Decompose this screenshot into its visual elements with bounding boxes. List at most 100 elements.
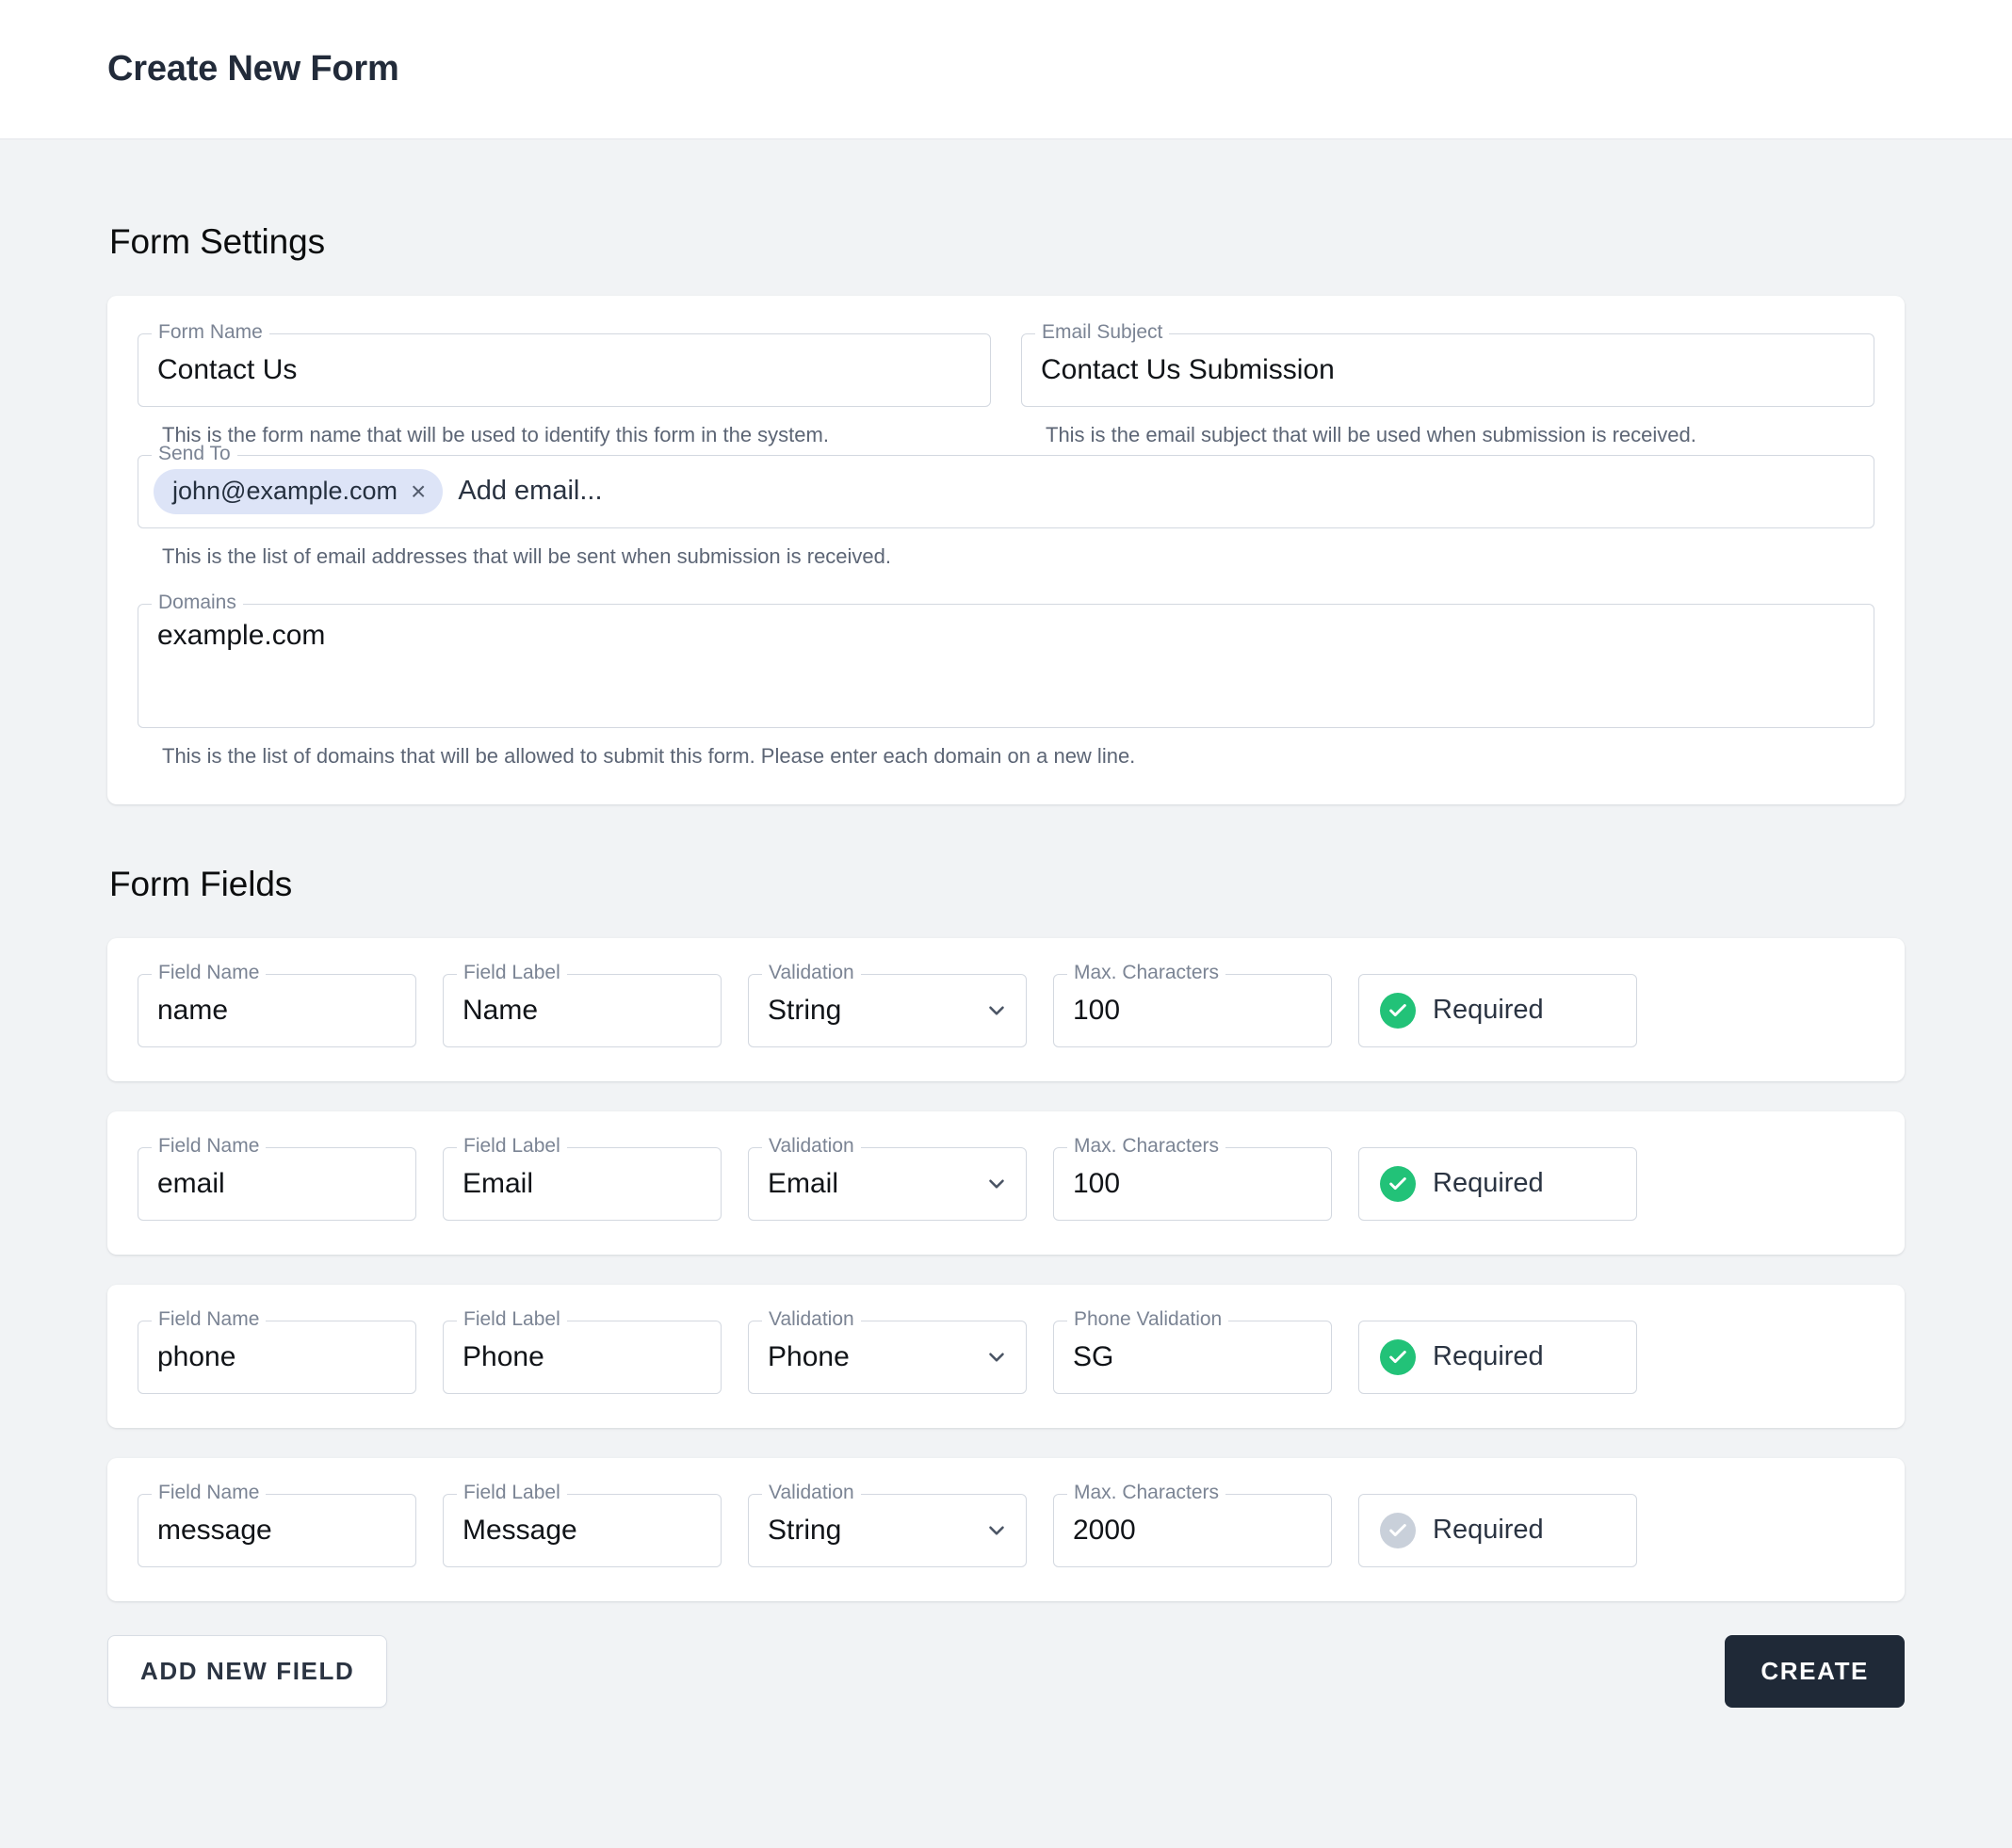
max-characters-field[interactable]: Max. Characters100 xyxy=(1053,974,1332,1047)
check-circle-icon[interactable] xyxy=(1380,1339,1416,1375)
validation-value: String xyxy=(768,997,841,1025)
form-name-field[interactable]: Form Name Contact Us xyxy=(138,333,991,407)
email-subject-label: Email Subject xyxy=(1035,322,1169,342)
phone-validation-value: SG xyxy=(1073,1343,1113,1371)
field-label-input[interactable]: Field LabelPhone xyxy=(443,1321,722,1394)
field-label-label: Field Label xyxy=(457,1483,567,1502)
form-field-row: Field NamephoneField LabelPhoneValidatio… xyxy=(107,1285,1905,1428)
phone-validation-input[interactable]: Phone ValidationSG xyxy=(1053,1321,1332,1394)
form-name-input[interactable]: Form Name Contact Us xyxy=(138,333,991,407)
form-field-row: Field NamenameField LabelNameValidationS… xyxy=(107,938,1905,1081)
field-label-field[interactable]: Field LabelName xyxy=(443,974,722,1047)
field-label-label: Field Label xyxy=(457,1136,567,1156)
field-label-field[interactable]: Field LabelPhone xyxy=(443,1321,722,1394)
check-circle-icon[interactable] xyxy=(1380,993,1416,1029)
field-name-field[interactable]: Field Namephone xyxy=(138,1321,416,1394)
phone-validation-field[interactable]: Phone ValidationSG xyxy=(1053,1321,1332,1394)
field-name-label: Field Name xyxy=(152,963,266,982)
field-name-input[interactable]: Field Nameemail xyxy=(138,1147,416,1221)
form-actions: ADD NEW FIELD CREATE xyxy=(107,1635,1905,1708)
validation-select-field[interactable]: ValidationString xyxy=(748,1494,1027,1567)
required-label: Required xyxy=(1433,1170,1544,1197)
field-name-label: Field Name xyxy=(152,1483,266,1502)
field-name-field[interactable]: Field Namename xyxy=(138,974,416,1047)
send-to-helper: This is the list of email addresses that… xyxy=(162,543,1874,571)
field-name-input[interactable]: Field Namephone xyxy=(138,1321,416,1394)
domains-label: Domains xyxy=(152,592,243,612)
create-button[interactable]: CREATE xyxy=(1725,1635,1905,1708)
max-characters-input[interactable]: Max. Characters100 xyxy=(1053,974,1332,1047)
form-name-value: Contact Us xyxy=(157,356,297,384)
field-label-field[interactable]: Field LabelMessage xyxy=(443,1494,722,1567)
field-name-value: email xyxy=(157,1170,225,1198)
validation-select[interactable]: ValidationEmail xyxy=(748,1147,1027,1221)
required-label: Required xyxy=(1433,1343,1544,1370)
field-name-input[interactable]: Field Namename xyxy=(138,974,416,1047)
required-toggle[interactable]: Required xyxy=(1358,1494,1637,1567)
validation-select-field[interactable]: ValidationEmail xyxy=(748,1147,1027,1221)
field-label-value: Name xyxy=(462,997,538,1025)
max-characters-label: Max. Characters xyxy=(1067,1483,1225,1502)
max-characters-field[interactable]: Max. Characters100 xyxy=(1053,1147,1332,1221)
close-icon[interactable]: × xyxy=(411,478,426,505)
max-characters-field[interactable]: Max. Characters2000 xyxy=(1053,1494,1332,1567)
validation-label: Validation xyxy=(762,963,861,982)
form-field-row: Field Namemessage Field LabelMessage Valid… xyxy=(107,1458,1905,1601)
validation-select[interactable]: ValidationPhone xyxy=(748,1321,1027,1394)
send-to-field[interactable]: Send To john@example.com × Add email... xyxy=(138,455,1874,528)
form-settings-heading: Form Settings xyxy=(109,222,1905,262)
field-label-input[interactable]: Field LabelName xyxy=(443,974,722,1047)
field-label-label: Field Label xyxy=(457,963,567,982)
validation-label: Validation xyxy=(762,1136,861,1156)
chevron-down-icon[interactable] xyxy=(984,1345,1009,1370)
form-field-row: Field Nameemail Field LabelEmail Validatio… xyxy=(107,1111,1905,1255)
required-toggle[interactable]: Required xyxy=(1358,974,1637,1047)
max-characters-value: 100 xyxy=(1073,997,1120,1025)
add-new-field-button[interactable]: ADD NEW FIELD xyxy=(107,1635,387,1708)
required-label: Required xyxy=(1433,997,1544,1024)
chevron-down-icon[interactable] xyxy=(984,998,1009,1023)
send-to-input[interactable]: Send To john@example.com × Add email... xyxy=(138,455,1874,528)
field-label-label: Field Label xyxy=(457,1309,567,1329)
validation-label: Validation xyxy=(762,1309,861,1329)
field-label-field[interactable]: Field LabelEmail xyxy=(443,1147,722,1221)
domains-field[interactable]: Domains example.com xyxy=(138,604,1874,728)
chevron-down-icon[interactable] xyxy=(984,1518,1009,1543)
email-subject-group: Email Subject Contact Us Submission This… xyxy=(1021,333,1874,449)
domains-textarea[interactable]: Domains example.com xyxy=(138,604,1874,728)
check-circle-icon[interactable] xyxy=(1380,1166,1416,1202)
validation-select[interactable]: ValidationString xyxy=(748,974,1027,1047)
form-fields-list: Field NamenameField LabelNameValidationS… xyxy=(107,938,1905,1601)
check-circle-icon[interactable] xyxy=(1380,1513,1416,1548)
required-toggle[interactable]: Required xyxy=(1358,1147,1637,1221)
max-characters-input[interactable]: Max. Characters2000 xyxy=(1053,1494,1332,1567)
form-name-group: Form Name Contact Us This is the form na… xyxy=(138,333,991,449)
validation-value: Phone xyxy=(768,1343,850,1371)
email-chip[interactable]: john@example.com × xyxy=(154,469,443,514)
validation-select-field[interactable]: ValidationPhone xyxy=(748,1321,1027,1394)
form-fields-heading: Form Fields xyxy=(109,865,1905,904)
max-characters-input[interactable]: Max. Characters100 xyxy=(1053,1147,1332,1221)
max-characters-value: 100 xyxy=(1073,1170,1120,1198)
domains-group: Domains example.com This is the list of … xyxy=(138,604,1874,770)
field-name-input[interactable]: Field Namemessage xyxy=(138,1494,416,1567)
form-settings-card: Form Name Contact Us This is the form na… xyxy=(107,296,1905,804)
phone-validation-label: Phone Validation xyxy=(1067,1309,1228,1329)
send-to-placeholder: Add email... xyxy=(458,476,602,507)
required-toggle[interactable]: Required xyxy=(1358,1321,1637,1394)
validation-select[interactable]: ValidationString xyxy=(748,1494,1027,1567)
field-name-field[interactable]: Field Nameemail xyxy=(138,1147,416,1221)
email-subject-input[interactable]: Email Subject Contact Us Submission xyxy=(1021,333,1874,407)
field-label-input[interactable]: Field LabelMessage xyxy=(443,1494,722,1567)
form-name-helper: This is the form name that will be used … xyxy=(162,422,991,449)
field-name-label: Field Name xyxy=(152,1309,266,1329)
max-characters-label: Max. Characters xyxy=(1067,963,1225,982)
field-name-field[interactable]: Field Namemessage xyxy=(138,1494,416,1567)
app-header: Create New Form xyxy=(0,0,2012,139)
field-label-input[interactable]: Field LabelEmail xyxy=(443,1147,722,1221)
email-subject-field[interactable]: Email Subject Contact Us Submission xyxy=(1021,333,1874,407)
validation-label: Validation xyxy=(762,1483,861,1502)
required-toggle-wrap: Required xyxy=(1358,974,1637,1047)
validation-select-field[interactable]: ValidationString xyxy=(748,974,1027,1047)
chevron-down-icon[interactable] xyxy=(984,1172,1009,1196)
